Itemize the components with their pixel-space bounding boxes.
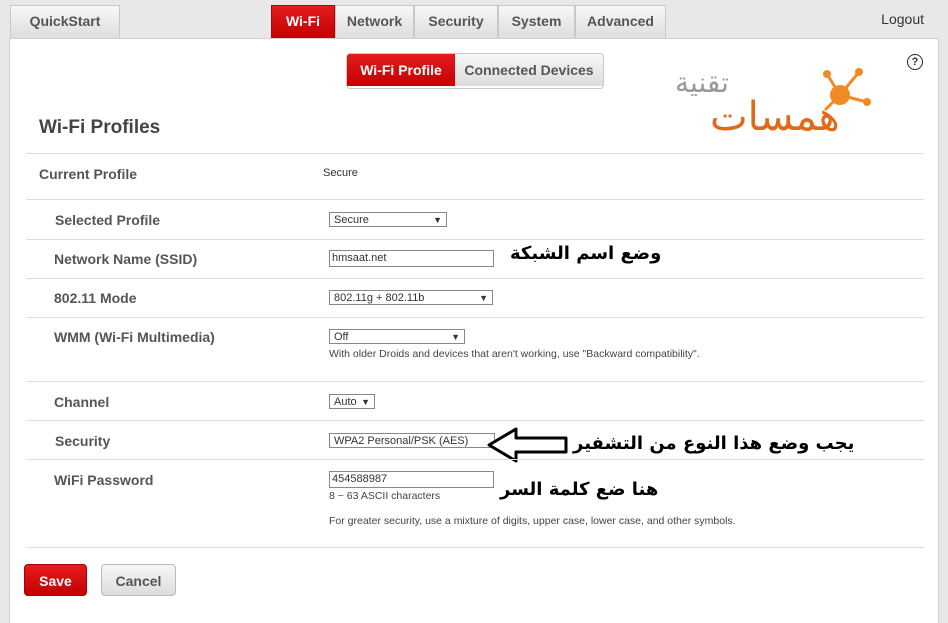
tab-security[interactable]: Security <box>414 5 498 38</box>
password-label: WiFi Password <box>54 472 154 488</box>
top-navigation: QuickStart Wi-Fi Network Security System… <box>0 0 948 38</box>
channel-value: Auto <box>334 396 357 408</box>
security-value: WPA2 Personal/PSK (AES) <box>334 435 469 447</box>
wmm-label: WMM (Wi-Fi Multimedia) <box>54 329 215 345</box>
channel-label: Channel <box>54 394 110 410</box>
subtab-connected-devices[interactable]: Connected Devices <box>455 54 603 86</box>
current-profile-value: Secure <box>323 167 358 179</box>
dropdown-arrow-icon: ▼ <box>361 397 370 407</box>
mode-select[interactable]: 802.11g + 802.11b ▼ <box>329 290 493 305</box>
dropdown-arrow-icon: ▼ <box>433 215 442 225</box>
dropdown-arrow-icon: ▼ <box>451 332 460 342</box>
ssid-annotation: وضع اسم الشبكة <box>510 243 662 264</box>
divider <box>26 547 924 548</box>
divider <box>26 459 924 460</box>
security-annotation: يجب وضع هذا النوع من التشفير <box>573 433 855 454</box>
divider <box>26 278 924 279</box>
divider <box>26 239 924 240</box>
divider <box>26 420 924 421</box>
selected-profile-select[interactable]: Secure ▼ <box>329 212 447 227</box>
logo-text-main: همسات <box>710 94 840 140</box>
password-security-hint: For greater security, use a mixture of d… <box>329 515 736 527</box>
cancel-button[interactable]: Cancel <box>101 564 176 596</box>
save-button[interactable]: Save <box>24 564 87 596</box>
sub-tabs: Wi-Fi Profile Connected Devices <box>346 53 604 89</box>
logout-link[interactable]: Logout <box>881 11 924 27</box>
divider <box>26 199 924 200</box>
selected-profile-label: Selected Profile <box>55 212 161 228</box>
tab-system[interactable]: System <box>498 5 575 38</box>
ssid-input[interactable]: hmsaat.net <box>329 250 494 267</box>
dropdown-arrow-icon: ▼ <box>479 293 488 303</box>
tab-wifi[interactable]: Wi-Fi <box>271 5 335 38</box>
tab-advanced[interactable]: Advanced <box>575 5 666 38</box>
password-annotation: هنا ضع كلمة السر <box>500 479 659 500</box>
tab-quickstart[interactable]: QuickStart <box>10 5 120 38</box>
password-length-hint: 8 ~ 63 ASCII characters <box>329 490 441 502</box>
content-panel: Wi-Fi Profile Connected Devices ? تقنية … <box>9 38 939 623</box>
mode-label: 802.11 Mode <box>54 290 137 306</box>
security-label: Security <box>55 433 111 449</box>
ssid-label: Network Name (SSID) <box>54 251 198 267</box>
divider <box>26 381 924 382</box>
wmm-select[interactable]: Off ▼ <box>329 329 465 344</box>
divider <box>26 317 924 318</box>
page-title: Wi-Fi Profiles <box>39 117 161 138</box>
divider <box>26 153 924 154</box>
selected-profile-value: Secure <box>334 214 369 226</box>
wmm-hint: With older Droids and devices that aren'… <box>329 348 700 360</box>
security-select[interactable]: WPA2 Personal/PSK (AES) <box>329 433 495 448</box>
current-profile-label: Current Profile <box>39 166 138 182</box>
password-input[interactable]: 454588987 <box>329 471 494 488</box>
mode-value: 802.11g + 802.11b <box>334 292 425 304</box>
tab-network[interactable]: Network <box>335 5 414 38</box>
help-icon[interactable]: ? <box>907 54 923 70</box>
channel-select[interactable]: Auto ▼ <box>329 394 375 409</box>
subtab-wifi-profile[interactable]: Wi-Fi Profile <box>347 54 455 86</box>
wmm-value: Off <box>334 331 349 343</box>
watermark-logo: تقنية همسات <box>675 62 885 156</box>
